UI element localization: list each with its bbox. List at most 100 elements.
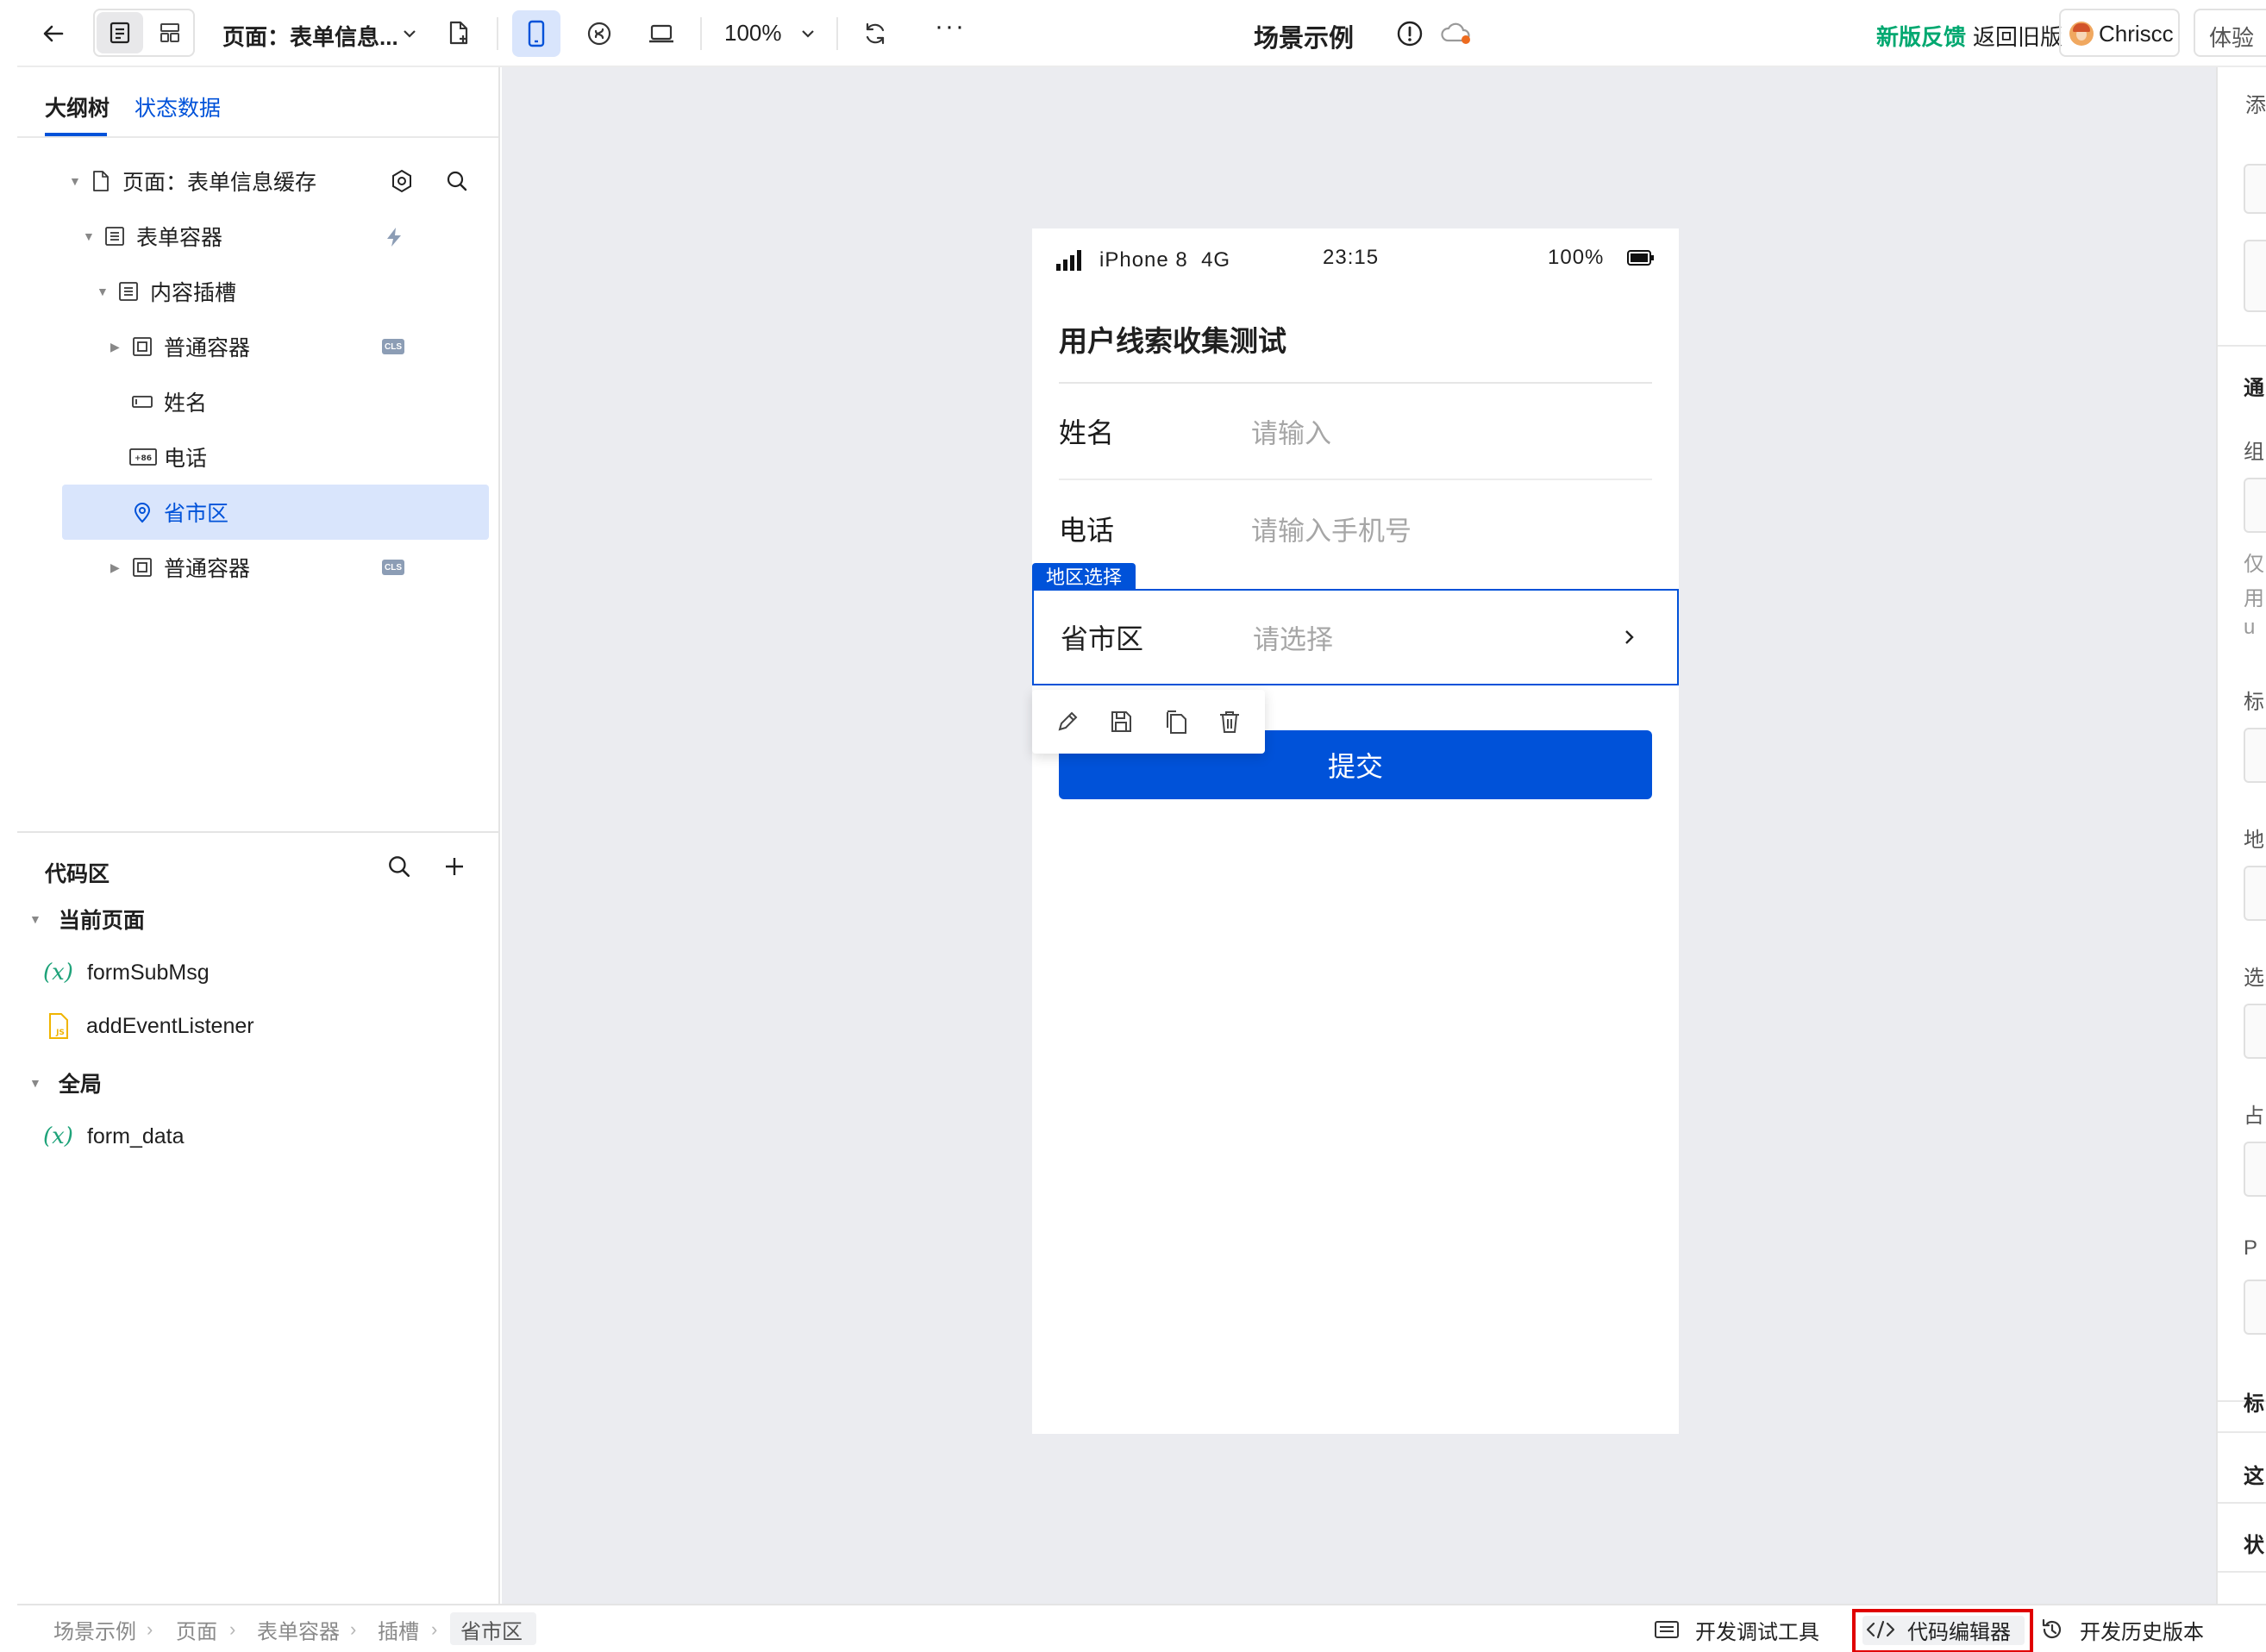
variable-icon: (x) bbox=[43, 960, 73, 986]
field-label: 姓名 bbox=[1059, 417, 1115, 448]
code-item-form-data[interactable]: (x) form_data bbox=[43, 1111, 185, 1162]
page-settings-icon[interactable] bbox=[390, 169, 414, 193]
name-input[interactable]: 请输入 bbox=[1251, 412, 1331, 451]
search-icon[interactable] bbox=[386, 854, 412, 879]
zoom-select[interactable]: 100% bbox=[724, 20, 782, 47]
property-control[interactable] bbox=[2244, 164, 2266, 214]
property-control[interactable] bbox=[2244, 240, 2266, 312]
add-page-icon[interactable] bbox=[441, 16, 476, 50]
desktop-preview-icon[interactable] bbox=[642, 14, 681, 53]
breadcrumb-item[interactable]: 表单容器 bbox=[257, 1615, 340, 1645]
miniprogram-preview-icon[interactable] bbox=[579, 14, 619, 53]
return-old-version-link[interactable]: 返回旧版 bbox=[1973, 20, 2063, 52]
code-editor-button[interactable]: 代码编辑器 bbox=[1862, 1605, 2025, 1652]
copy-icon[interactable] bbox=[1163, 709, 1189, 735]
caret-right-icon[interactable]: ▶ bbox=[110, 560, 120, 575]
outline-node-phone-input[interactable]: +86 电话 bbox=[62, 429, 489, 485]
back-arrow-icon[interactable] bbox=[36, 16, 71, 51]
left-panel: 大纲树 状态数据 ▼ 页面：表单信息缓存 ▼ 表单容器 ▼ 内容插槽 ▶ 普通容… bbox=[17, 67, 500, 1604]
input-icon bbox=[132, 396, 153, 408]
location-icon bbox=[134, 503, 151, 523]
caret-down-icon[interactable]: ▼ bbox=[29, 1076, 41, 1090]
breadcrumb: 场景示例 › 页面 › 表单容器 › 插槽 › 省市区 bbox=[17, 1605, 569, 1652]
tab-outline-tree[interactable]: 大纲树 bbox=[45, 91, 110, 122]
chevron-down-icon[interactable] bbox=[795, 21, 821, 47]
code-group-global[interactable]: ▼ 全局 bbox=[29, 1057, 102, 1109]
page-selector[interactable]: 页面：表单信息... bbox=[222, 20, 398, 52]
battery-icon bbox=[1627, 250, 1654, 266]
caret-down-icon[interactable]: ▼ bbox=[29, 912, 41, 926]
chevron-down-icon[interactable] bbox=[397, 21, 423, 47]
outline-node-content-slot[interactable]: ▼ 内容插槽 bbox=[62, 264, 489, 319]
save-icon[interactable] bbox=[1108, 709, 1134, 735]
caret-down-icon[interactable]: ▼ bbox=[69, 174, 81, 188]
page-icon bbox=[93, 171, 109, 191]
dev-debug-tool-button[interactable]: 开发调试工具 bbox=[1654, 1605, 1819, 1652]
code-group-current-page[interactable]: ▼ 当前页面 bbox=[29, 893, 145, 945]
search-icon[interactable] bbox=[445, 169, 469, 193]
code-item-label: addEventListener bbox=[86, 1013, 254, 1038]
outline-node-label: 电话 bbox=[164, 447, 208, 471]
property-control[interactable] bbox=[2244, 478, 2266, 533]
outline-node-label: 页面：表单信息缓存 bbox=[122, 171, 317, 195]
breadcrumb-current[interactable]: 省市区 bbox=[460, 1615, 523, 1645]
delete-icon[interactable] bbox=[1217, 709, 1243, 735]
breadcrumb-item[interactable]: 插槽 bbox=[378, 1615, 419, 1645]
panel-text-fragment: 添 bbox=[2245, 94, 2266, 117]
panel-text-fragment: u bbox=[2244, 616, 2256, 639]
property-control[interactable] bbox=[2244, 728, 2266, 783]
outline-node-form-container[interactable]: ▼ 表单容器 bbox=[62, 209, 489, 264]
code-item-addeventlistener[interactable]: JS addEventListener bbox=[47, 1000, 254, 1052]
phone-input[interactable]: 请输入手机号 bbox=[1251, 510, 1412, 548]
info-icon[interactable] bbox=[1393, 17, 1426, 50]
dev-history-button[interactable]: 开发历史版本 bbox=[2040, 1605, 2204, 1652]
caret-right-icon[interactable]: ▶ bbox=[110, 340, 120, 354]
caret-down-icon[interactable]: ▼ bbox=[83, 229, 95, 243]
chevron-right-icon[interactable] bbox=[1618, 627, 1639, 648]
event-bolt-icon[interactable] bbox=[383, 226, 405, 248]
more-menu-icon[interactable]: ··· bbox=[935, 12, 966, 41]
outline-node-region-selected[interactable]: 省市区 bbox=[62, 485, 489, 540]
outline-view-icon[interactable] bbox=[97, 12, 143, 53]
form-field-region[interactable]: 省市区 请选择 bbox=[1032, 589, 1679, 685]
add-icon[interactable] bbox=[443, 855, 466, 878]
layout-view-icon[interactable] bbox=[147, 12, 193, 53]
outline-node-page[interactable]: ▼ 页面：表单信息缓存 bbox=[62, 153, 489, 209]
panel-text-fragment: 选 bbox=[2244, 967, 2264, 990]
cls-badge: CLS bbox=[382, 339, 404, 354]
form-field-phone[interactable]: 电话 请输入手机号 bbox=[1059, 480, 1652, 577]
caret-down-icon[interactable]: ▼ bbox=[97, 285, 109, 298]
code-area-title: 代码区 bbox=[45, 862, 110, 886]
user-menu[interactable]: Chriscc bbox=[2059, 9, 2180, 57]
edit-icon[interactable] bbox=[1055, 709, 1080, 735]
divider bbox=[17, 831, 498, 833]
outline-node-container[interactable]: ▶ 普通容器 CLS bbox=[62, 540, 489, 595]
container-icon bbox=[133, 337, 152, 356]
right-properties-panel: 添 通 组 仅 用 u 标 地 选 占 P 标 这 状 bbox=[2216, 67, 2266, 1604]
divider bbox=[700, 17, 702, 50]
property-control[interactable] bbox=[2244, 866, 2266, 921]
breadcrumb-item[interactable]: 页面 bbox=[176, 1615, 217, 1645]
code-item-formsubmsg[interactable]: (x) formSubMsg bbox=[43, 947, 210, 998]
outline-node-label: 姓名 bbox=[164, 391, 208, 416]
breadcrumb-separator-icon: › bbox=[147, 1618, 153, 1640]
refresh-icon[interactable] bbox=[855, 14, 895, 53]
tab-state-data[interactable]: 状态数据 bbox=[135, 91, 221, 122]
component-tag: 地区选择 bbox=[1032, 563, 1136, 589]
panel-text-fragment: 地 bbox=[2244, 829, 2264, 852]
panel-text-fragment: 状 bbox=[2244, 1534, 2264, 1557]
feedback-link[interactable]: 新版反馈 bbox=[1876, 20, 1966, 52]
cloud-sync-icon[interactable] bbox=[1437, 17, 1476, 50]
form-field-name[interactable]: 姓名 请输入 bbox=[1059, 384, 1652, 480]
breadcrumb-item[interactable]: 场景示例 bbox=[53, 1615, 136, 1645]
outline-node-container[interactable]: ▶ 普通容器 CLS bbox=[62, 319, 489, 374]
property-control[interactable] bbox=[2244, 1142, 2266, 1197]
outline-node-name-input[interactable]: 姓名 bbox=[62, 374, 489, 429]
code-item-label: formSubMsg bbox=[86, 960, 210, 985]
region-select[interactable]: 请选择 bbox=[1253, 618, 1333, 657]
experience-button[interactable]: 体验 bbox=[2194, 9, 2266, 57]
mobile-preview-icon[interactable] bbox=[512, 10, 560, 57]
divider bbox=[497, 17, 498, 50]
property-control[interactable] bbox=[2244, 1004, 2266, 1059]
property-control[interactable] bbox=[2244, 1280, 2266, 1335]
